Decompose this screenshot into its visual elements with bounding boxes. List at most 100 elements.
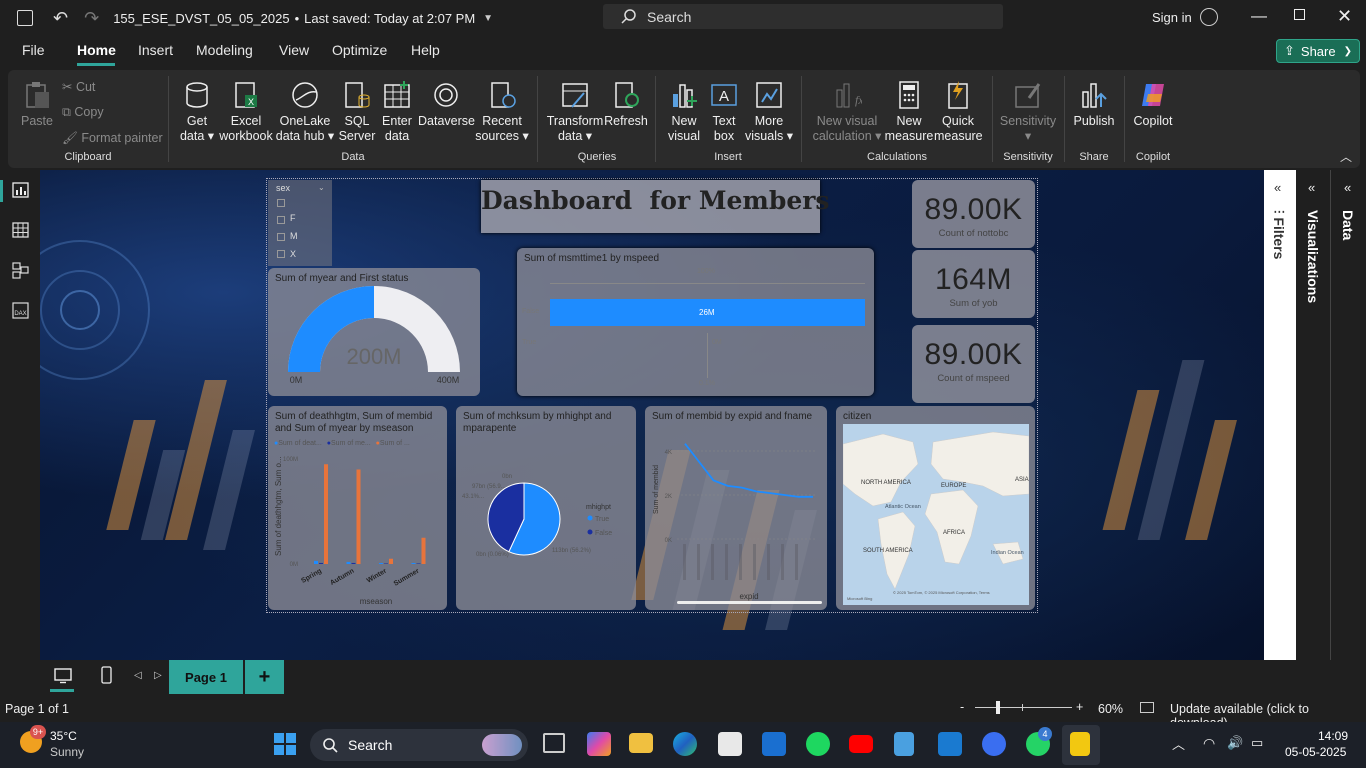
expand-icon[interactable]: « [1308, 180, 1315, 195]
close-button[interactable]: ✕ [1337, 6, 1352, 27]
sign-in-link[interactable]: Sign in [1152, 10, 1192, 25]
slicer-checkbox[interactable] [277, 216, 285, 224]
youtube-icon[interactable] [849, 735, 873, 753]
menu-optimize[interactable]: Optimize [332, 42, 387, 58]
chevron-down-icon[interactable]: ⌄ [318, 183, 325, 192]
format-painter-button[interactable]: 🖌 Format painter [62, 131, 163, 146]
bar-visual[interactable]: Sum of msmttime1 by mspeed 100% False 26… [517, 248, 874, 396]
copilot-taskbar-icon[interactable] [587, 732, 611, 756]
spotify-icon[interactable] [806, 732, 830, 756]
new-visual-calc-button[interactable]: fx New visual calculation ▾ [812, 80, 882, 144]
sql-server-button[interactable]: SQL Server [337, 80, 377, 144]
copy-button[interactable]: ⧉ Copy [62, 105, 104, 120]
expand-icon[interactable]: « [1344, 180, 1351, 195]
tray-chevron-icon[interactable]: ︿ [1172, 734, 1185, 753]
cut-button[interactable]: ✂ Cut [62, 79, 95, 94]
column-bar[interactable] [346, 561, 351, 564]
taskbar-search[interactable]: Search [310, 729, 528, 761]
column-bar[interactable] [384, 563, 388, 564]
text-box-button[interactable]: A Text box [705, 80, 743, 144]
sensitivity-button[interactable]: Sensitivity ▾ [998, 80, 1058, 144]
model-view-icon[interactable] [12, 262, 29, 279]
expand-icon[interactable]: « [1274, 180, 1281, 195]
kpi-card[interactable]: 164M Sum of yob [912, 250, 1035, 318]
line-series[interactable] [684, 443, 813, 498]
pie-visual[interactable]: Sum of mchksum by mhighpt and mparapente… [456, 406, 636, 610]
file-explorer-icon[interactable] [629, 733, 653, 753]
volume-icon[interactable]: 🔊 [1227, 735, 1243, 751]
powerbi-icon[interactable] [1070, 732, 1090, 756]
search-box[interactable]: Search [603, 4, 1003, 29]
undo-icon[interactable]: ↶ [53, 8, 68, 29]
column-bar[interactable] [411, 562, 416, 564]
enter-data-button[interactable]: Enter data [378, 80, 416, 144]
page-tab[interactable]: Page 1 [169, 660, 243, 694]
edge-icon[interactable] [673, 732, 697, 756]
sex-slicer[interactable]: sex ⌄ F M X [268, 180, 332, 266]
fit-page-icon[interactable] [1140, 702, 1154, 713]
store-icon[interactable] [718, 732, 742, 756]
chatgpt-icon[interactable] [982, 732, 1006, 756]
column-bar[interactable] [324, 464, 328, 564]
paste-button[interactable]: Paste [18, 80, 56, 129]
kpi-card[interactable]: 89.00K Count of nottobc [912, 180, 1035, 248]
slicer-checkbox[interactable] [277, 250, 285, 258]
column-bar[interactable] [314, 560, 318, 564]
new-visual-button[interactable]: New visual [664, 80, 704, 144]
map-visual[interactable]: citizen NORTH AMERICA EUROPE ASIA Atlant… [836, 406, 1035, 610]
share-button[interactable]: ⇪ Share ❯ [1276, 39, 1360, 63]
menu-help[interactable]: Help [411, 42, 440, 58]
dashboard-title-box[interactable]: Dashboard for Members [481, 180, 830, 233]
column-bar[interactable] [379, 562, 383, 564]
next-page-icon[interactable]: ▷ [154, 670, 162, 681]
filters-pane[interactable]: « ⫶ Filters [1264, 170, 1296, 660]
maximize-button[interactable] [1294, 9, 1305, 20]
column-bar[interactable] [351, 562, 356, 564]
kpi-card[interactable]: 89.00K Count of mspeed [912, 325, 1035, 403]
column-bar[interactable] [356, 469, 361, 565]
slicer-checkbox[interactable] [277, 233, 285, 241]
add-page-button[interactable]: + [245, 660, 284, 694]
prev-page-icon[interactable]: ◁ [134, 670, 142, 681]
recent-sources-button[interactable]: Recent sources ▾ [475, 80, 529, 144]
zoom-thumb[interactable] [996, 701, 1000, 714]
slicer-checkbox[interactable] [277, 199, 285, 207]
get-data-button[interactable]: Get data ▾ [176, 80, 218, 144]
table-view-icon[interactable] [12, 222, 29, 238]
notepad-icon[interactable] [894, 732, 914, 756]
transform-data-button[interactable]: Transform data ▾ [546, 80, 604, 144]
menu-file[interactable]: File [22, 42, 45, 58]
windows-start-icon[interactable] [274, 733, 296, 755]
file-name[interactable]: 155_ESE_DVST_05_05_2025 [113, 11, 289, 26]
minimize-button[interactable]: — [1251, 8, 1267, 26]
publish-button[interactable]: Publish [1072, 80, 1116, 129]
more-visuals-button[interactable]: More visuals ▾ [744, 80, 794, 144]
wifi-icon[interactable]: ◠ [1203, 735, 1215, 752]
zoom-in-button[interactable]: + [1076, 700, 1083, 714]
column-bar[interactable] [416, 563, 421, 564]
visualizations-pane[interactable]: « Visualizations [1296, 170, 1331, 694]
battery-icon[interactable]: ▭ [1251, 735, 1263, 751]
menu-home[interactable]: Home [77, 42, 116, 58]
line-visual[interactable]: Sum of membid by expid and fname Sum of … [645, 406, 827, 610]
excel-workbook-button[interactable]: X Excel workbook [218, 80, 274, 144]
zoom-slider[interactable] [975, 707, 1072, 708]
zoom-out-button[interactable]: - [960, 700, 964, 714]
task-view-icon[interactable] [543, 733, 565, 753]
dataverse-button[interactable]: Dataverse [418, 80, 475, 129]
refresh-button[interactable]: Refresh [604, 80, 648, 129]
vscode-icon[interactable] [938, 732, 962, 756]
mobile-layout-icon[interactable] [101, 666, 112, 684]
column-bar[interactable] [319, 562, 323, 564]
chevron-down-icon[interactable]: ▼ [483, 13, 493, 24]
onelake-button[interactable]: OneLake data hub ▾ [275, 80, 335, 144]
world-map[interactable]: NORTH AMERICA EUROPE ASIA Atlantic Ocean… [843, 424, 1029, 605]
save-icon[interactable] [17, 10, 33, 26]
quick-measure-button[interactable]: Quick measure [934, 80, 983, 144]
dax-query-icon[interactable]: DAX [12, 302, 29, 319]
menu-insert[interactable]: Insert [138, 42, 173, 58]
scrollbar[interactable] [677, 601, 822, 604]
desktop-layout-icon[interactable] [54, 668, 72, 684]
gauge-visual[interactable]: Sum of myear and First status 200M 0M 40… [268, 268, 480, 396]
copilot-button[interactable]: Copilot [1130, 80, 1176, 129]
